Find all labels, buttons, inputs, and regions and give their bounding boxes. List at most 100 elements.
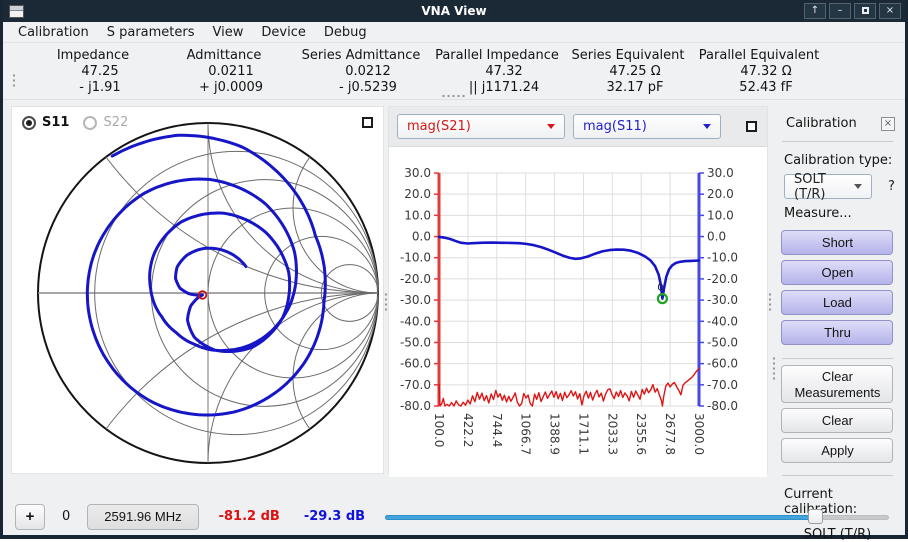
trace1-select[interactable]: mag(S21) (397, 114, 565, 139)
radio-s11-label: S11 (42, 115, 69, 130)
radio-s22-label: S22 (103, 115, 128, 130)
plot-maximize-icon[interactable] (746, 121, 757, 132)
close-icon: × (886, 5, 894, 16)
svg-text:-60.0: -60.0 (400, 357, 431, 371)
svg-text:-70.0: -70.0 (707, 378, 738, 392)
readout-series-equivalent: Series Equivalent 47.25 Ω 32.17 pF (563, 48, 693, 99)
svg-text:0: 0 (657, 283, 663, 294)
svg-text:-20.0: -20.0 (400, 272, 431, 286)
svg-text:-70.0: -70.0 (400, 378, 431, 392)
divider (782, 141, 893, 142)
window-title: VNA View (3, 4, 905, 18)
slider-handle[interactable] (808, 509, 823, 524)
menu-s-parameters[interactable]: S parameters (98, 23, 204, 42)
calibration-sidebar: Calibration × Calibration type: SOLT (T/… (772, 106, 903, 498)
svg-text:-50.0: -50.0 (400, 335, 431, 349)
cal-type-label: Calibration type: (772, 148, 903, 172)
clear-measurements-button[interactable]: Clear Measurements (781, 365, 893, 403)
svg-text:-20.0: -20.0 (707, 272, 738, 286)
minimize-icon: – (838, 5, 843, 16)
svg-text:3000.0: 3000.0 (692, 413, 706, 455)
marker-value-s21: -81.2 dB (219, 509, 280, 524)
magnitude-plot-panel: mag(S21) mag(S11) 30.030.020.020.010.010… (388, 106, 768, 474)
app-window: VNA View ↑ – × Calibration S parameters … (0, 0, 908, 539)
main-area: S11 S22 mag(S21) mag(S11) (3, 100, 905, 498)
smith-maximize-icon[interactable] (362, 117, 373, 128)
svg-text:0.0: 0.0 (412, 230, 431, 244)
svg-text:-40.0: -40.0 (400, 314, 431, 328)
measure-open-button[interactable]: Open (781, 260, 893, 285)
readout-parallel-impedance: Parallel Impedance 47.32 || j1171.24 (431, 48, 563, 99)
smith-chart-panel: S11 S22 (11, 106, 384, 474)
chevron-down-icon (547, 124, 555, 129)
svg-text:30.0: 30.0 (404, 166, 431, 180)
svg-text:0.0: 0.0 (707, 230, 726, 244)
cal-type-select[interactable]: SOLT (T/R) (784, 174, 872, 199)
readout-admittance: Admittance 0.0211 + j0.0009 (157, 48, 291, 99)
svg-text:100.0: 100.0 (432, 413, 446, 447)
svg-text:-80.0: -80.0 (400, 399, 431, 413)
svg-text:-10.0: -10.0 (707, 251, 738, 265)
chevron-down-icon (854, 184, 862, 189)
svg-text:10.0: 10.0 (707, 208, 734, 222)
marker-value-s11: -29.3 dB (304, 509, 365, 524)
measure-thru-button[interactable]: Thru (781, 320, 893, 345)
smith-chart[interactable] (12, 107, 383, 473)
chevron-down-icon (703, 124, 711, 129)
sidebar-close-icon[interactable]: × (881, 117, 895, 131)
statusbar: + 0 2591.96 MHz -81.2 dB -29.3 dB (3, 498, 905, 535)
svg-text:-80.0: -80.0 (707, 399, 738, 413)
svg-text:30.0: 30.0 (707, 166, 734, 180)
svg-text:422.2: 422.2 (461, 413, 475, 447)
maximize-icon (862, 7, 869, 14)
marker-slider[interactable] (385, 509, 889, 525)
toolbar-splitter-handle[interactable] (441, 94, 467, 98)
svg-text:1711.1: 1711.1 (576, 413, 590, 455)
svg-text:10.0: 10.0 (404, 208, 431, 222)
titlebar: VNA View ↑ – × (3, 0, 905, 22)
svg-text:-60.0: -60.0 (707, 357, 738, 371)
shade-up-icon: ↑ (811, 5, 819, 16)
svg-text:1066.7: 1066.7 (519, 413, 533, 455)
toolbar-drag-handle[interactable] (12, 73, 16, 89)
slider-fill (385, 515, 815, 520)
measure-load-button[interactable]: Load (781, 290, 893, 315)
divider (782, 358, 893, 359)
plot-header: mag(S21) mag(S11) (389, 107, 767, 147)
shade-button[interactable]: ↑ (804, 3, 826, 19)
marker-frequency-button[interactable]: 2591.96 MHz (87, 504, 198, 530)
svg-text:1388.9: 1388.9 (548, 413, 562, 455)
menu-debug[interactable]: Debug (315, 23, 376, 42)
svg-text:-50.0: -50.0 (707, 335, 738, 349)
sidebar-drag-handle[interactable] (772, 356, 776, 382)
maximize-button[interactable] (854, 3, 876, 19)
readout-series-admittance: Series Admittance 0.0212 - j0.5239 (291, 48, 431, 99)
svg-text:-30.0: -30.0 (400, 293, 431, 307)
measure-short-button[interactable]: Short (781, 230, 893, 255)
svg-text:-10.0: -10.0 (400, 251, 431, 265)
svg-text:2355.6: 2355.6 (634, 413, 648, 455)
menu-calibration[interactable]: Calibration (9, 23, 98, 42)
minimize-button[interactable]: – (829, 3, 851, 19)
readout-parallel-equivalent: Parallel Equivalent 47.32 Ω 52.43 fF (693, 48, 825, 99)
menubar: Calibration S parameters View Device Deb… (3, 22, 905, 43)
cal-type-help[interactable]: ? (888, 179, 895, 194)
readout-toolbar: Impedance 47.25 - j1.91 Admittance 0.021… (3, 43, 905, 100)
svg-text:2033.3: 2033.3 (605, 413, 619, 455)
add-marker-button[interactable]: + (15, 504, 45, 530)
marker-index: 0 (62, 509, 70, 524)
trace2-select[interactable]: mag(S11) (573, 114, 721, 139)
clear-button[interactable]: Clear (781, 408, 893, 433)
svg-text:-30.0: -30.0 (707, 293, 738, 307)
magnitude-chart[interactable]: 30.030.020.020.010.010.00.00.0-10.0-10.0… (389, 147, 767, 473)
svg-text:2677.8: 2677.8 (663, 413, 677, 455)
menu-view[interactable]: View (204, 23, 253, 42)
radio-s22[interactable] (83, 116, 97, 130)
radio-s11[interactable] (22, 116, 36, 130)
readout-impedance: Impedance 47.25 - j1.91 (29, 48, 157, 99)
apply-button[interactable]: Apply (781, 438, 893, 463)
svg-text:-40.0: -40.0 (707, 314, 738, 328)
svg-text:20.0: 20.0 (707, 187, 734, 201)
close-button[interactable]: × (879, 3, 901, 19)
menu-device[interactable]: Device (252, 23, 314, 42)
